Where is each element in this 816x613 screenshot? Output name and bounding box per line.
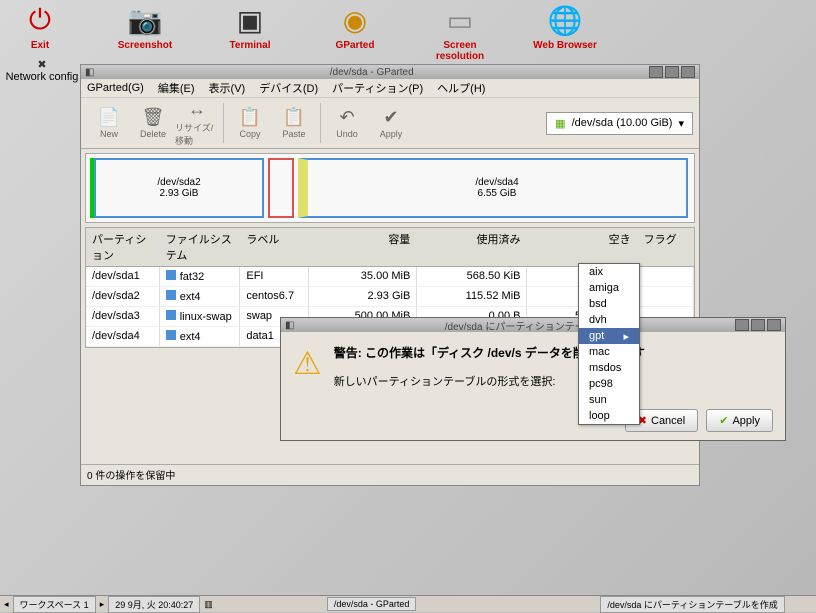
menu-item[interactable]: GParted(G) — [87, 82, 144, 94]
dialog-min[interactable] — [735, 319, 749, 331]
resize-button[interactable]: ↔リサイズ/移動 — [175, 99, 219, 147]
partition-diagram[interactable]: /dev/sda22.93 GiB/dev/sda46.55 GiB — [85, 153, 695, 223]
titlebar[interactable]: ◧ /dev/sda - GParted — [81, 65, 699, 79]
status-bar: 0 件の操作を保留中 — [81, 464, 699, 485]
show-desktop-icon[interactable]: ▥ — [204, 599, 213, 610]
dropdown-option-loop[interactable]: loop — [579, 408, 639, 424]
network-config-icon[interactable]: ✖ Network config — [2, 58, 82, 83]
menu-item[interactable]: 編集(E) — [158, 80, 195, 96]
menu-item[interactable]: ヘルプ(H) — [437, 80, 485, 96]
desktop-icon-exit[interactable]: ⏻Exit — [0, 2, 80, 62]
dropdown-option-pc98[interactable]: pc98 — [579, 376, 639, 392]
menu-item[interactable]: 表示(V) — [209, 80, 246, 96]
dialog-titlebar[interactable]: ◧/dev/sda にパーティションテー — [281, 318, 785, 332]
dropdown-option-gpt[interactable]: gpt ▸ — [579, 328, 639, 344]
maximize-button[interactable] — [665, 66, 679, 78]
dropdown-option-dvh[interactable]: dvh — [579, 312, 639, 328]
desktop-icon-terminal[interactable]: ▣Terminal — [210, 2, 290, 62]
device-selector[interactable]: ▦/dev/sda (10.00 GiB)▾ — [546, 112, 693, 135]
undo-button[interactable]: ↶Undo — [325, 107, 369, 139]
menu-item[interactable]: デバイス(D) — [259, 80, 318, 96]
dropdown-option-amiga[interactable]: amiga — [579, 280, 639, 296]
column-header[interactable]: ファイルシステム — [160, 228, 241, 266]
window-title: /dev/sda - GParted — [94, 67, 649, 78]
menubar: GParted(G) 編集(E) 表示(V) デバイス(D) パーティション(P) ヘルプ… — [81, 79, 699, 98]
paste-button[interactable]: 📋Paste — [272, 107, 316, 139]
delete-button[interactable]: 🗑Delete — [131, 107, 175, 139]
column-header[interactable]: ラベル — [240, 228, 309, 266]
warning-icon: ⚠ — [293, 344, 322, 389]
dropdown-option-aix[interactable]: aix — [579, 264, 639, 280]
apply-button[interactable]: ✔Apply — [369, 107, 413, 139]
ws-left[interactable]: ◂ — [4, 599, 9, 610]
close-button[interactable] — [681, 66, 695, 78]
apply-button[interactable]: ✔Apply — [706, 409, 773, 432]
desktop-icon-screenres[interactable]: ▭Screen resolution — [420, 2, 500, 62]
task-dialog[interactable]: /dev/sda にパーティションテーブルを作成 — [600, 596, 784, 613]
copy-button[interactable]: 📋Copy — [228, 107, 272, 139]
partition-block[interactable] — [268, 158, 294, 218]
column-header[interactable]: 使用済み — [417, 228, 527, 266]
taskbar: ◂ ワークスペース 1 ▸ 29 9月, 火 20:40:27 ▥ /dev/s… — [0, 595, 816, 612]
workspace-label[interactable]: ワークスペース 1 — [13, 596, 96, 613]
column-header[interactable]: 容量 — [309, 228, 417, 266]
menu-item[interactable]: パーティション(P) — [332, 80, 423, 96]
partition-block[interactable]: /dev/sda22.93 GiB — [94, 158, 264, 218]
create-partition-table-dialog: ◧/dev/sda にパーティションテー ⚠ 警告: この作業は「ディスク /d… — [280, 317, 786, 441]
dropdown-option-bsd[interactable]: bsd — [579, 296, 639, 312]
task-gparted[interactable]: /dev/sda - GParted — [327, 597, 417, 611]
ws-right[interactable]: ▸ — [100, 599, 105, 610]
column-header[interactable]: 空き — [527, 228, 637, 266]
window-menu-icon[interactable]: ◧ — [85, 67, 94, 78]
dropdown-option-sun[interactable]: sun — [579, 392, 639, 408]
column-header[interactable]: フラグ — [638, 228, 694, 266]
dropdown-option-msdos[interactable]: msdos — [579, 360, 639, 376]
dialog-max[interactable] — [751, 319, 765, 331]
desktop-icon-gparted[interactable]: ◉GParted — [315, 2, 395, 62]
toolbar: 📄New🗑Delete↔リサイズ/移動 📋Copy📋Paste ↶Undo✔Appl… — [81, 98, 699, 149]
desktop: ⏻Exit 📷Screenshot ▣Terminal ◉GParted ▭Screen… — [0, 0, 816, 612]
dropdown-option-mac[interactable]: mac — [579, 344, 639, 360]
new-button[interactable]: 📄New — [87, 107, 131, 139]
partition-type-dropdown[interactable]: aixamigabsddvhgpt ▸macmsdospc98sunloop — [578, 263, 640, 425]
clock: 29 9月, 火 20:40:27 — [108, 596, 200, 613]
dialog-close[interactable] — [767, 319, 781, 331]
desktop-icon-screenshot[interactable]: 📷Screenshot — [105, 2, 185, 62]
partition-block[interactable]: /dev/sda46.55 GiB — [298, 158, 688, 218]
desktop-icon-browser[interactable]: 🌐Web Browser — [525, 2, 605, 62]
column-header[interactable]: パーティション — [86, 228, 160, 266]
minimize-button[interactable] — [649, 66, 663, 78]
